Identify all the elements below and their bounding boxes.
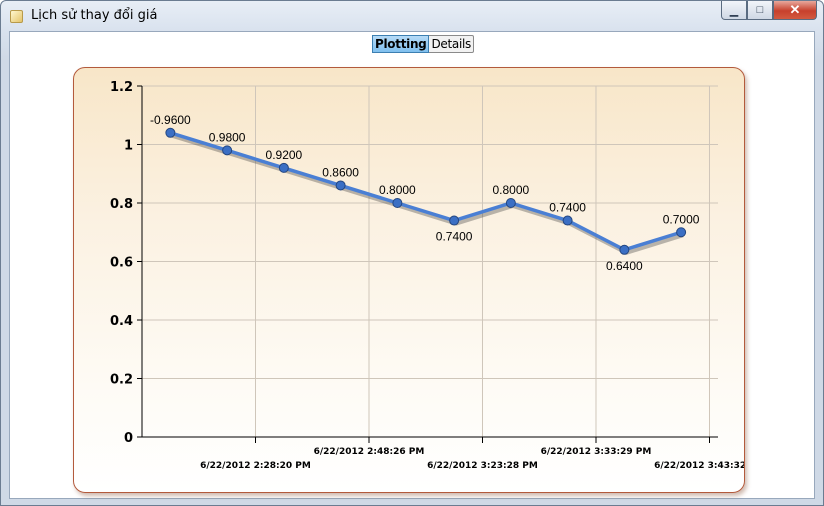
y-tick-label: 0 bbox=[124, 431, 133, 446]
data-point bbox=[562, 215, 573, 226]
price-history-chart: 00.20.40.60.811.26/22/2012 2:28:20 PM6/2… bbox=[110, 80, 744, 471]
data-label: 0.8000 bbox=[379, 183, 416, 197]
tab-details[interactable]: Details bbox=[429, 36, 473, 52]
y-tick-label: 1.2 bbox=[110, 80, 133, 95]
data-label: 0.7000 bbox=[663, 212, 700, 226]
window-controls: ▁ □ ✕ bbox=[721, 1, 817, 21]
data-point bbox=[335, 180, 346, 191]
tab-plotting[interactable]: Plotting bbox=[372, 35, 430, 53]
data-point bbox=[392, 198, 403, 208]
data-label: 0.6400 bbox=[606, 259, 643, 273]
x-tick-label: 6/22/2012 2:28:20 PM bbox=[200, 461, 311, 471]
data-label: 0.8600 bbox=[322, 165, 359, 179]
data-label: 0.8000 bbox=[493, 183, 530, 197]
title-bar[interactable]: Lịch sử thay đổi giá ▁ □ ✕ bbox=[1, 1, 823, 31]
chart-panel: 0 0.2 0.4 0.6 0.8 1 1.2 6/22/2012 2:28:20 PM 6/2… bbox=[73, 67, 745, 493]
data-label: 0.7400 bbox=[436, 230, 473, 244]
y-tick-label: 0.8 bbox=[110, 197, 133, 212]
close-icon: ✕ bbox=[789, 2, 801, 17]
minimize-icon: ▁ bbox=[729, 4, 739, 17]
data-point bbox=[619, 244, 630, 255]
minimize-button[interactable]: ▁ bbox=[721, 1, 747, 20]
x-tick-label: 6/22/2012 3:33:29 PM bbox=[541, 447, 652, 457]
data-label: 0.9200 bbox=[266, 148, 303, 162]
y-tick-label: 0.6 bbox=[110, 256, 133, 271]
maximize-button[interactable]: □ bbox=[747, 1, 773, 20]
window-title: Lịch sử thay đổi giá bbox=[31, 8, 158, 23]
data-point bbox=[222, 145, 233, 156]
data-point bbox=[278, 162, 289, 173]
data-point bbox=[676, 227, 687, 238]
close-button[interactable]: ✕ bbox=[773, 1, 817, 20]
y-tick-label: 0.4 bbox=[110, 314, 133, 329]
y-tick-label: 0.2 bbox=[110, 373, 133, 388]
data-label: -0.9600 bbox=[150, 113, 191, 127]
data-point bbox=[165, 127, 176, 138]
y-tick-label: 1 bbox=[124, 139, 133, 154]
data-point bbox=[505, 198, 516, 208]
series-line bbox=[169, 131, 682, 252]
x-tick-label: 6/22/2012 3:23:28 PM bbox=[427, 461, 538, 471]
x-tick-label: 6/22/2012 2:48:26 PM bbox=[314, 447, 425, 457]
app-icon bbox=[10, 10, 23, 23]
view-tabs: Plotting Details bbox=[372, 35, 474, 53]
data-label: 0.7400 bbox=[549, 201, 586, 215]
client-area: Plotting Details 0 0.2 0.4 0.6 0.8 1 1.2 6/22/2… bbox=[9, 31, 815, 499]
series-line-shadow bbox=[171, 133, 684, 255]
app-window: Lịch sử thay đổi giá ▁ □ ✕ Plotting Deta… bbox=[0, 0, 824, 506]
x-tick-label: 6/22/2012 3:43:32 PM bbox=[654, 461, 744, 471]
data-point bbox=[449, 215, 460, 226]
data-label: 0.9800 bbox=[209, 130, 246, 144]
maximize-icon: □ bbox=[756, 4, 764, 16]
